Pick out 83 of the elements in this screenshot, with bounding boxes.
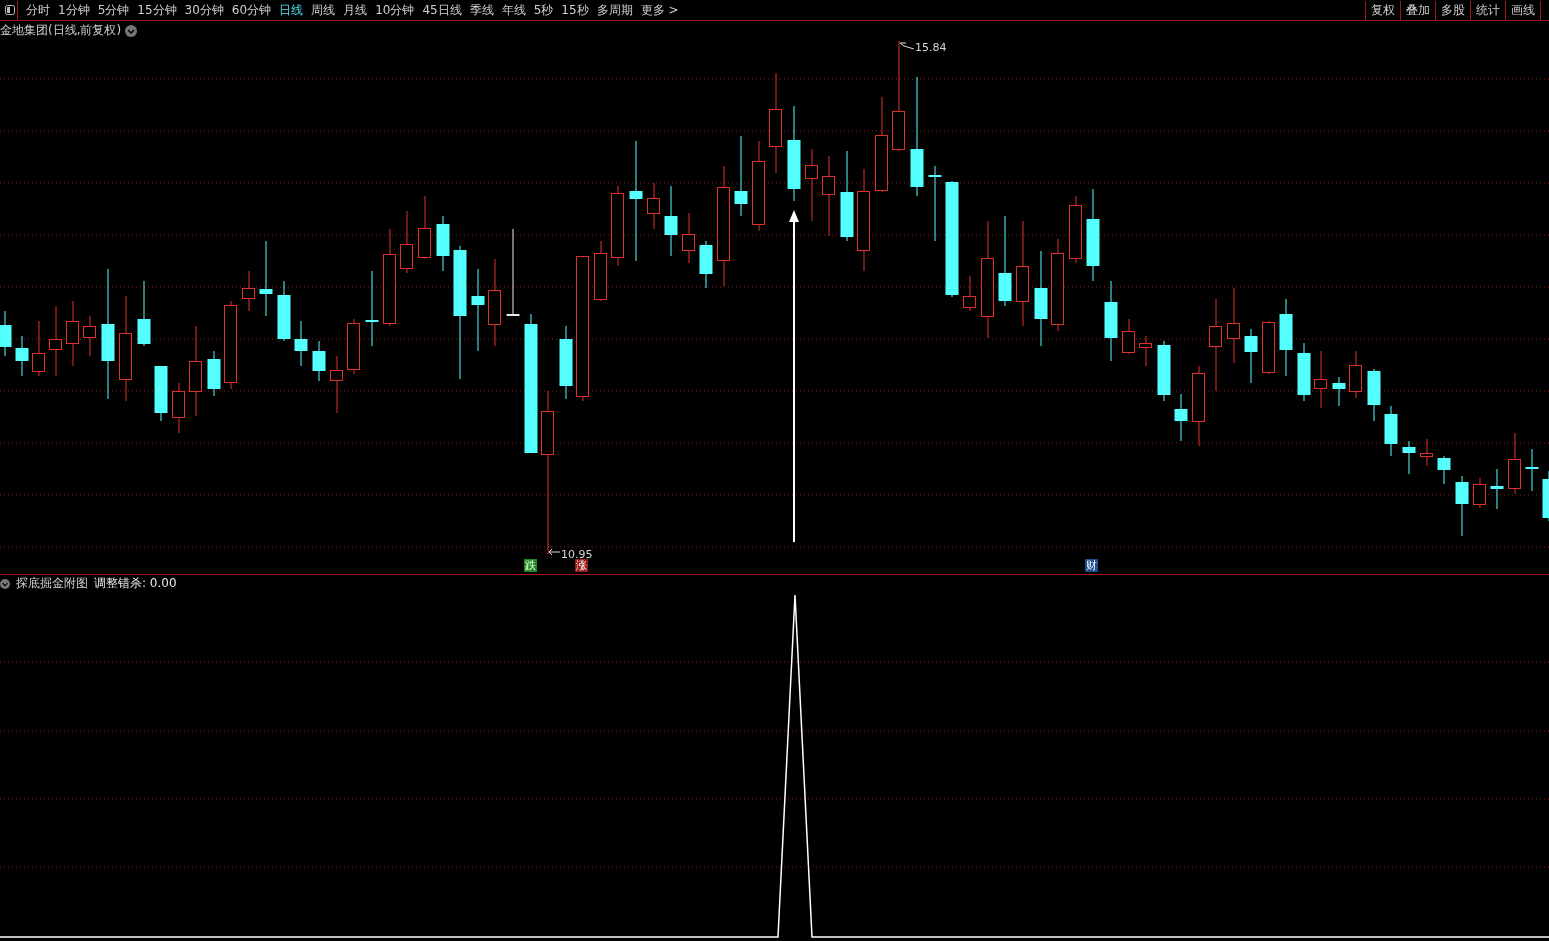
period-tab[interactable]: 5秒 xyxy=(529,0,558,20)
candlestick xyxy=(1420,438,1433,467)
candlestick xyxy=(172,382,185,434)
candlestick xyxy=(1367,368,1381,422)
period-tab[interactable]: 季线 xyxy=(465,0,498,20)
toolbar-button[interactable]: 叠加 xyxy=(1400,0,1435,20)
panel-icon xyxy=(4,5,15,15)
candlestick xyxy=(1542,470,1549,522)
high-price-label: 15.84 xyxy=(915,41,947,54)
period-tab[interactable]: 月线 xyxy=(339,0,372,20)
candlestick xyxy=(207,350,221,397)
candlestick xyxy=(1262,320,1275,375)
toolbar-button[interactable]: 多股 xyxy=(1435,0,1470,20)
candlestick xyxy=(436,215,450,272)
candlestick xyxy=(1314,350,1327,409)
candlestick xyxy=(347,318,360,375)
candlestick xyxy=(963,275,976,312)
period-tab[interactable]: 15秒 xyxy=(557,0,593,20)
period-tab[interactable]: 1分钟 xyxy=(54,0,94,20)
period-tab[interactable]: 分时 xyxy=(22,0,54,20)
candlestick xyxy=(1455,475,1469,537)
candlestick xyxy=(400,210,413,274)
signal-tag: 财 xyxy=(1085,559,1098,572)
period-tab[interactable]: 5分钟 xyxy=(93,0,134,20)
candlestick xyxy=(15,335,29,377)
period-tab[interactable]: 45日线 xyxy=(418,0,466,20)
toolbar-button[interactable]: 统计 xyxy=(1470,0,1505,20)
period-tab[interactable]: 10分钟 xyxy=(371,0,419,20)
candlestick xyxy=(137,280,151,347)
candlestick xyxy=(1437,455,1451,485)
period-tab[interactable]: 年线 xyxy=(497,0,530,20)
candlestick xyxy=(66,300,79,367)
candlestick xyxy=(83,315,96,357)
candlestick xyxy=(594,240,607,302)
candlestick xyxy=(699,240,713,289)
candlestick xyxy=(1525,448,1539,492)
candlestick xyxy=(1402,440,1416,475)
candlestick xyxy=(1122,318,1135,355)
candlestick xyxy=(1139,335,1152,367)
period-tab[interactable]: 60分钟 xyxy=(227,0,276,20)
signal-tag: 涨 xyxy=(575,559,588,572)
candlestick xyxy=(1508,432,1521,495)
candlestick xyxy=(154,365,168,422)
period-tab[interactable]: 30分钟 xyxy=(180,0,228,20)
indicator-title: 探底掘金附图 xyxy=(16,575,88,592)
period-tab[interactable]: 多周期 xyxy=(592,0,637,20)
candlestick xyxy=(1332,376,1346,407)
low-price-label: 10.95 xyxy=(561,548,593,561)
candlestick xyxy=(312,340,326,382)
dropdown-icon[interactable] xyxy=(125,24,138,37)
period-tab[interactable]: 更多 > xyxy=(636,0,683,20)
candlestick xyxy=(1384,405,1398,457)
candlestick xyxy=(330,355,343,414)
period-tab[interactable]: 周线 xyxy=(307,0,340,20)
candlestick xyxy=(49,305,62,377)
candlestick xyxy=(664,185,678,257)
period-tab[interactable]: 15分钟 xyxy=(133,0,181,20)
signal-tag: 跌 xyxy=(524,559,537,572)
period-tab[interactable]: 日线 xyxy=(275,0,308,20)
candlestick xyxy=(0,310,12,357)
candlestick xyxy=(1244,328,1258,384)
panel-toggle-button[interactable] xyxy=(2,0,18,20)
candlestick xyxy=(277,280,291,342)
indicator-value: 调整错杀: 0.00 xyxy=(94,575,177,592)
candlestick xyxy=(1174,393,1188,442)
candlestick xyxy=(647,182,660,230)
pointer-icon xyxy=(899,42,915,50)
candlestick xyxy=(1069,195,1082,264)
candlestick xyxy=(1490,468,1504,510)
candlestick xyxy=(682,212,695,264)
candlestick xyxy=(294,320,308,367)
toolbar-button[interactable]: 复权 xyxy=(1365,0,1400,20)
candlestick xyxy=(242,270,255,312)
collapse-icon[interactable] xyxy=(0,578,10,589)
candlestick xyxy=(32,320,45,377)
arrow-icon xyxy=(548,548,561,556)
toolbar-button[interactable]: 画线 xyxy=(1505,0,1541,20)
candlestick xyxy=(1349,350,1362,399)
candlestick xyxy=(418,195,431,260)
chart-title: 金地集团(日线,前复权) xyxy=(0,22,122,39)
candlestick xyxy=(1297,342,1311,402)
candlestick xyxy=(1473,477,1486,509)
candlestick xyxy=(1157,340,1171,402)
